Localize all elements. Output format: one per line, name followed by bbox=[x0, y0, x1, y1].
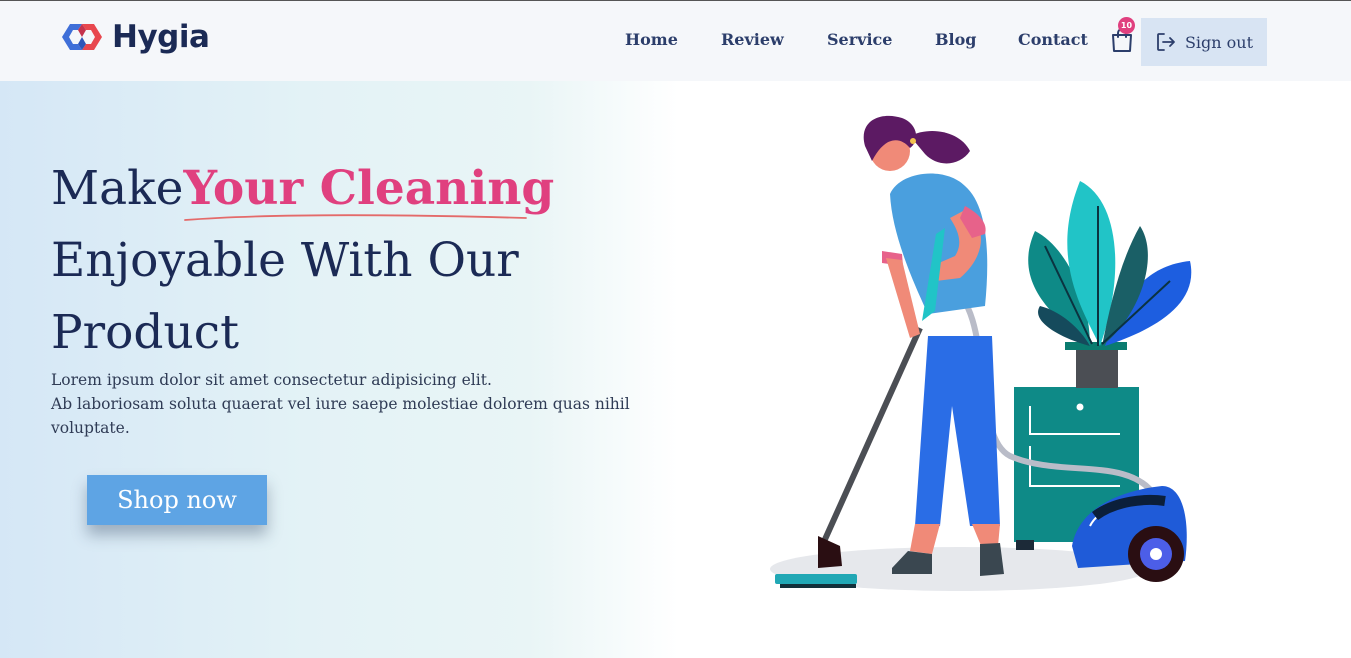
cleaning-woman-illustration bbox=[770, 115, 1192, 591]
nav-link-service[interactable]: Service bbox=[827, 30, 892, 49]
landing-page: Hygia Home Review Service Blog Contact 1… bbox=[0, 0, 1351, 658]
headline-highlight: Your Cleaning bbox=[183, 153, 554, 225]
description-line-1: Lorem ipsum dolor sit amet consectetur a… bbox=[51, 371, 492, 389]
headline-highlight-text: Your Cleaning bbox=[183, 161, 555, 216]
nav-link-review[interactable]: Review bbox=[721, 30, 784, 49]
hero-description: Lorem ipsum dolor sit amet consectetur a… bbox=[51, 368, 651, 440]
headline-start: Make bbox=[51, 161, 184, 216]
sign-out-label: Sign out bbox=[1184, 32, 1254, 52]
headline-line-2: Enjoyable With Our bbox=[51, 233, 519, 288]
description-line-2: Ab laboriosam soluta quaerat vel iure sa… bbox=[51, 395, 630, 437]
sign-out-button[interactable]: Sign out bbox=[1141, 18, 1267, 66]
nav-link-contact[interactable]: Contact bbox=[1018, 30, 1088, 49]
cart-count-badge: 10 bbox=[1118, 17, 1135, 34]
shop-now-button[interactable]: Shop now bbox=[87, 475, 267, 525]
sign-out-icon bbox=[1157, 33, 1175, 51]
headline-line-3: Product bbox=[51, 305, 239, 360]
nav-link-blog[interactable]: Blog bbox=[935, 30, 976, 49]
nav-link-home[interactable]: Home bbox=[625, 30, 678, 49]
headline-underline bbox=[184, 214, 528, 221]
hero-headline: MakeYour Cleaning Enjoyable With Our Pro… bbox=[51, 153, 651, 369]
navbar: Hygia Home Review Service Blog Contact 1… bbox=[0, 1, 1351, 81]
